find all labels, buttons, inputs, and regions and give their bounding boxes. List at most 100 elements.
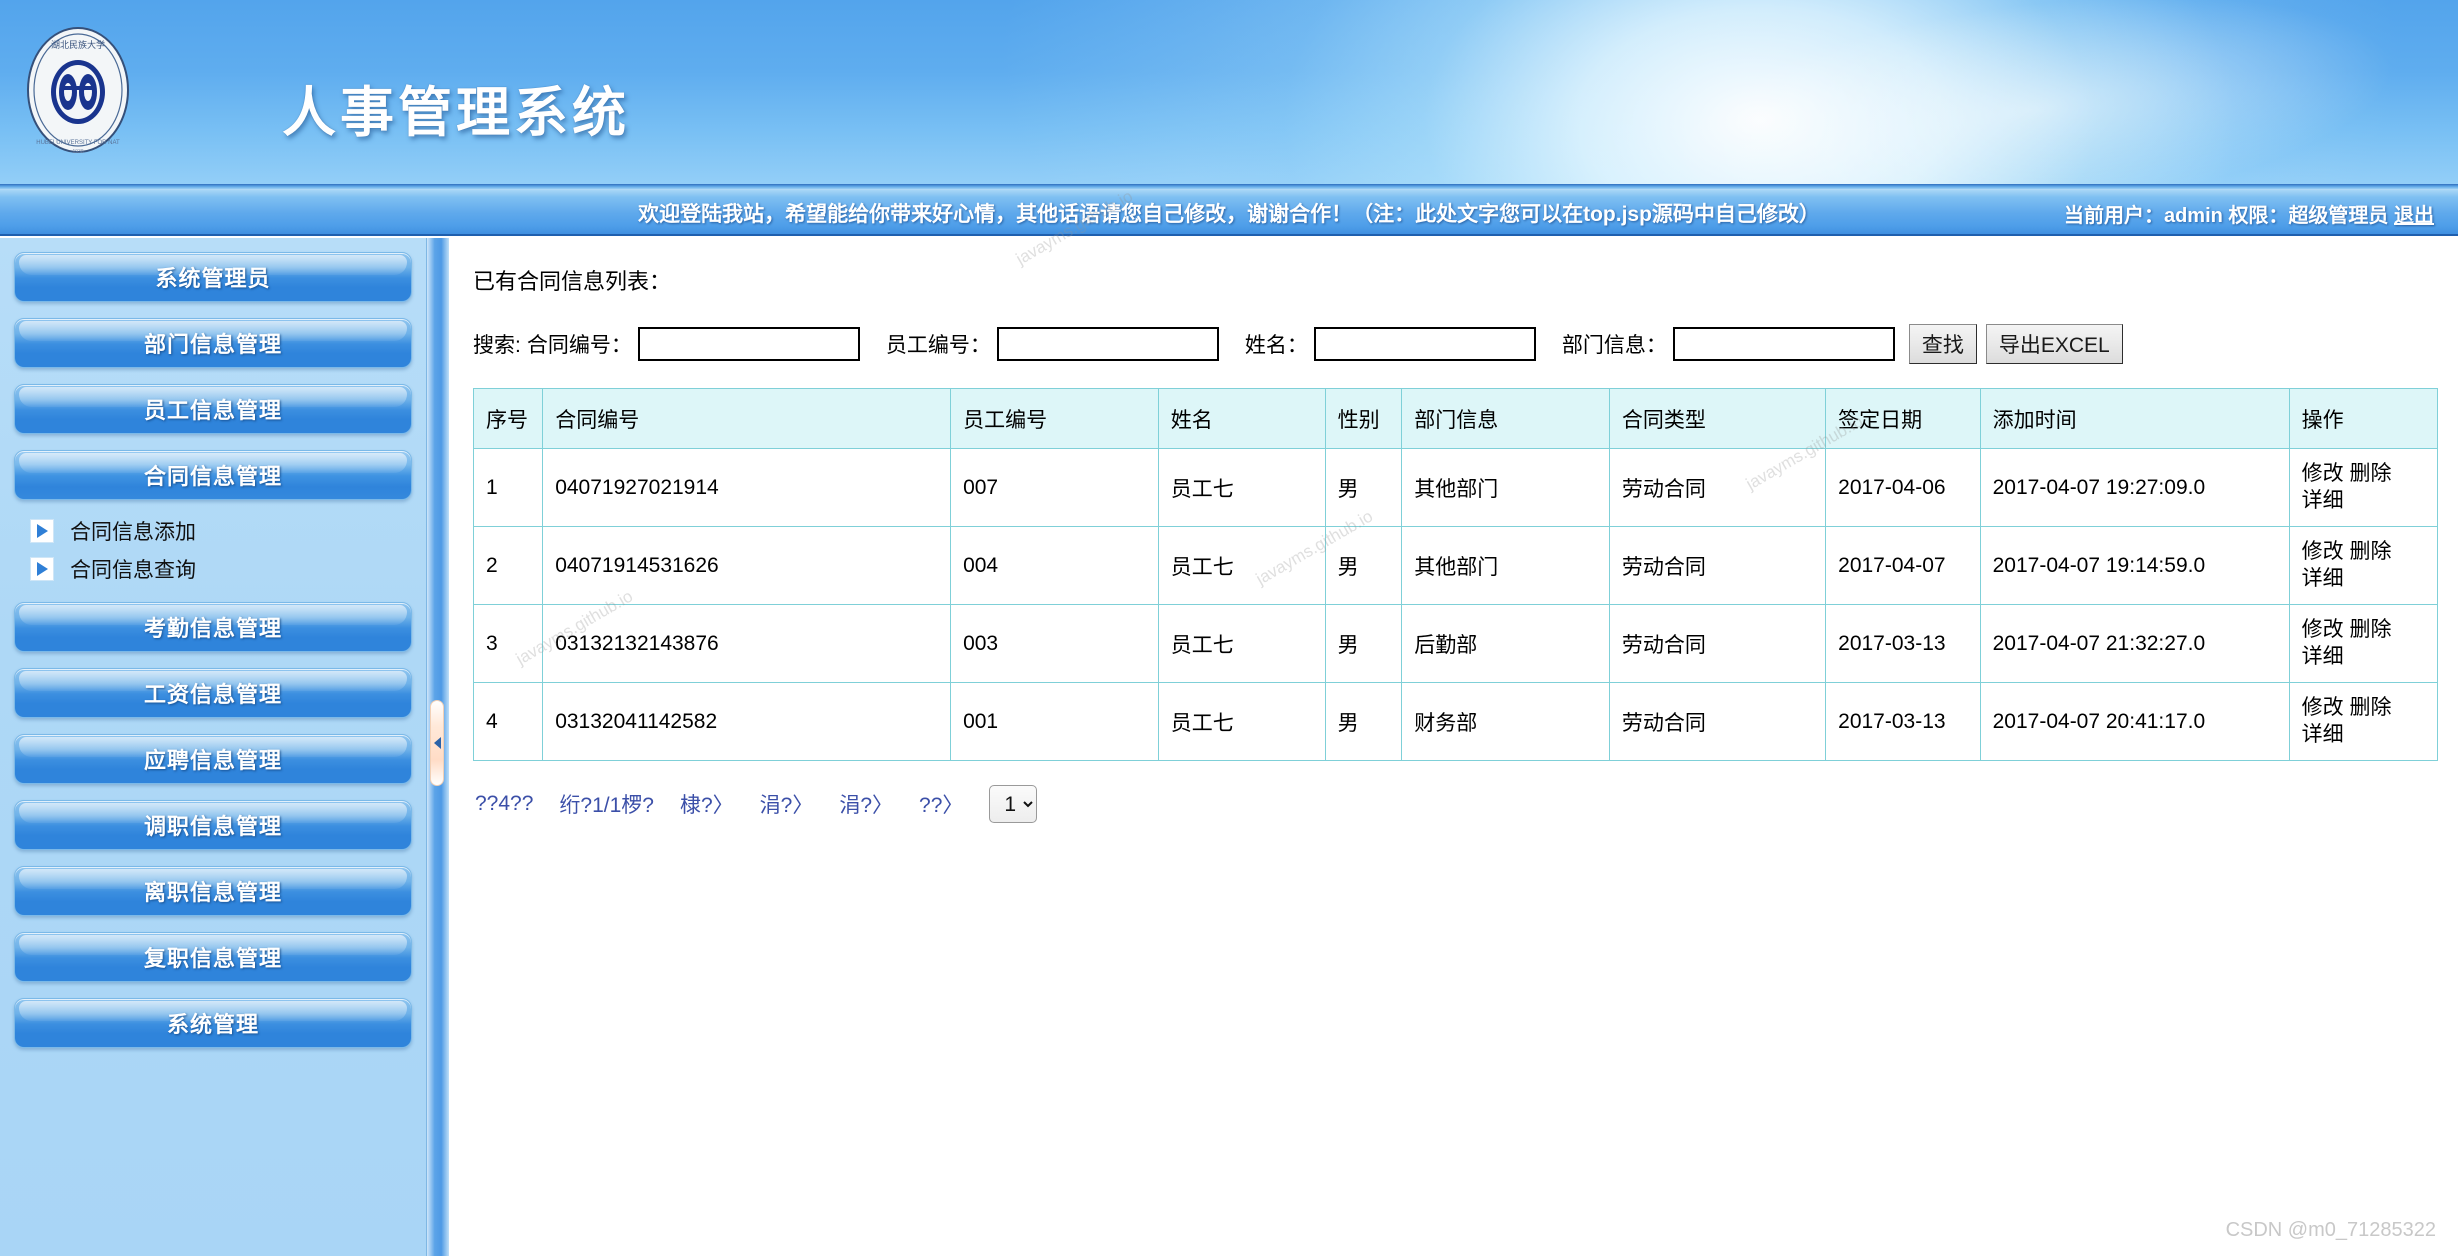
- welcome-message: 欢迎登陆我站，希望能给你带来好心情，其他话语请您自己修改，谢谢合作！（注：此处文…: [638, 203, 1820, 226]
- cell-name: 员工七: [1157, 682, 1326, 761]
- row-action-2[interactable]: 详细: [2302, 489, 2344, 512]
- logout-link[interactable]: 退出: [2394, 205, 2434, 227]
- table-row: 4 03132041142582 001 员工七男财务部 劳动合同 2017-03-13 2…: [472, 682, 2439, 761]
- sidebar-item-7[interactable]: 调职信息管理: [14, 800, 412, 850]
- cell-department: 其他部门: [1401, 448, 1610, 527]
- sidebar-item-9[interactable]: 复职信息管理: [14, 932, 412, 982]
- row-action-2[interactable]: 详细: [2302, 645, 2344, 668]
- cell-index: 1: [472, 448, 544, 527]
- cell-name: 员工七: [1157, 526, 1326, 605]
- search-input-department[interactable]: [1672, 327, 1895, 361]
- cell-gender: 男: [1324, 682, 1403, 761]
- pagination-first-link[interactable]: 棣?〉: [680, 789, 734, 819]
- search-label-department: 部门信息：: [1561, 334, 1667, 357]
- pagination-page-select[interactable]: 1: [989, 785, 1038, 823]
- cell-operations: 修改 删除 详细: [2288, 682, 2439, 761]
- row-action-1[interactable]: 删除: [2349, 618, 2391, 641]
- sidebar-item-label: 复职信息管理: [143, 946, 282, 971]
- cell-add_time: 2017-04-07 19:14:59.0: [1979, 526, 2290, 605]
- pagination-total: ??4??: [475, 792, 534, 815]
- cell-index: 2: [472, 526, 544, 605]
- sidebar-item-0[interactable]: 系统管理员: [14, 252, 412, 302]
- cell-operations: 修改 删除 详细: [2288, 526, 2439, 605]
- search-label-employee-no: 员工编号：: [885, 334, 991, 357]
- sidebar-submenu-item-0[interactable]: 合同信息添加: [14, 512, 412, 550]
- sidebar-item-10[interactable]: 系统管理: [14, 998, 412, 1048]
- export-excel-button[interactable]: 导出EXCEL: [1985, 324, 2123, 364]
- search-label-name: 姓名：: [1244, 334, 1308, 357]
- cell-operations: 修改 删除 详细: [2288, 448, 2439, 527]
- sidebar-item-6[interactable]: 应聘信息管理: [14, 734, 412, 784]
- sidebar-item-4[interactable]: 考勤信息管理: [14, 602, 412, 652]
- row-action-0[interactable]: 修改: [2302, 462, 2344, 485]
- sidebar-collapse-handle[interactable]: [430, 700, 444, 786]
- search-input-employee-no[interactable]: [996, 327, 1219, 361]
- cell-add_time: 2017-04-07 21:32:27.0: [1979, 604, 2290, 683]
- cell-name: 员工七: [1157, 604, 1326, 683]
- cell-operations: 修改 删除 详细: [2288, 604, 2439, 683]
- page-title: 已有合同信息列表：: [473, 269, 672, 294]
- sidebar-item-label: 调职信息管理: [143, 814, 282, 839]
- cell-contract_no: 04071914531626: [542, 526, 952, 605]
- table-body: 1 04071927021914 007 员工七男其他部门 劳动合同 2017-04-06…: [472, 448, 2439, 761]
- cell-contract_type: 劳动合同: [1608, 448, 1827, 527]
- sidebar-item-2[interactable]: 员工信息管理: [14, 384, 412, 434]
- row-action-2[interactable]: 详细: [2302, 723, 2344, 746]
- main-content: 已有合同信息列表： 搜索: 合同编号： 员工编号： 姓名： 部门信息： 查找 导…: [449, 187, 2458, 1256]
- current-user-info: 当前用户：admin 权限：超级管理员 退出: [2064, 199, 2434, 228]
- search-input-name[interactable]: [1313, 327, 1536, 361]
- search-prefix-label: 搜索:: [473, 334, 521, 357]
- row-action-1[interactable]: 删除: [2349, 462, 2391, 485]
- row-action-2[interactable]: 详细: [2302, 567, 2344, 590]
- contract-table: 序号 合同编号 员工编号 姓名 性别 部门信息 合同类型 签定日期 添加时间 操作 1 040719…: [472, 388, 2439, 761]
- pagination-page-info: 绗?1/1椤?: [559, 794, 654, 817]
- cell-sign_date: 2017-04-06: [1825, 448, 1981, 527]
- sidebar-item-label: 工资信息管理: [143, 682, 282, 707]
- cell-add_time: 2017-04-07 20:41:17.0: [1979, 682, 2290, 761]
- sidebar-item-label: 系统管理: [166, 1012, 259, 1037]
- app-banner: 湖北民族大学 HUBEI UNIVERSITY FOR NAT 1938 人事管…: [0, 0, 2458, 190]
- cell-department: 后勤部: [1401, 604, 1610, 683]
- sidebar-item-8[interactable]: 离职信息管理: [14, 866, 412, 916]
- sidebar-splitter[interactable]: [427, 238, 449, 1256]
- row-action-0[interactable]: 修改: [2302, 696, 2344, 719]
- chevron-left-icon: [433, 737, 441, 749]
- cell-employee_no: 003: [950, 604, 1159, 683]
- row-action-1[interactable]: 删除: [2349, 540, 2391, 563]
- svg-text:1938: 1938: [72, 149, 83, 155]
- search-button[interactable]: 查找: [1908, 324, 1977, 364]
- sidebar-submenu-item-1[interactable]: 合同信息查询: [14, 550, 412, 588]
- table-header-cell-9: 操作: [2288, 388, 2439, 449]
- sidebar-item-label: 员工信息管理: [143, 398, 282, 423]
- cell-name: 员工七: [1157, 448, 1326, 527]
- user-prefix-label: 当前用户：: [2063, 205, 2164, 227]
- role-value: 超级管理员: [2288, 205, 2389, 227]
- svg-text:湖北民族大学: 湖北民族大学: [51, 39, 105, 50]
- table-row: 3 03132132143876 003 员工七男后勤部 劳动合同 2017-03-13 2…: [472, 604, 2439, 683]
- table-header-cell-8: 添加时间: [1979, 388, 2290, 449]
- sidebar-item-3[interactable]: 合同信息管理: [14, 450, 412, 500]
- cell-employee_no: 001: [950, 682, 1159, 761]
- row-action-0[interactable]: 修改: [2302, 618, 2344, 641]
- pagination-next-link[interactable]: 涓?〉: [839, 789, 893, 819]
- cell-department: 其他部门: [1401, 526, 1610, 605]
- search-input-contract-no[interactable]: [637, 327, 860, 361]
- triangle-right-icon: [30, 557, 54, 581]
- sidebar-item-1[interactable]: 部门信息管理: [14, 318, 412, 368]
- row-action-0[interactable]: 修改: [2302, 540, 2344, 563]
- sidebar-submenu-label: 合同信息查询: [70, 559, 196, 582]
- svg-text:HUBEI UNIVERSITY FOR NAT: HUBEI UNIVERSITY FOR NAT: [36, 140, 120, 146]
- pagination-bar: ??4?? 绗?1/1椤? 棣?〉 涓?〉 涓?〉 ??〉 1: [475, 785, 2434, 823]
- row-action-1[interactable]: 删除: [2349, 696, 2391, 719]
- cell-contract_no: 03132041142582: [542, 682, 952, 761]
- app-title: 人事管理系统: [282, 83, 630, 143]
- table-header-cell-2: 员工编号: [950, 388, 1159, 449]
- cell-contract_type: 劳动合同: [1608, 526, 1827, 605]
- cell-index: 3: [472, 604, 544, 683]
- cell-contract_type: 劳动合同: [1608, 604, 1827, 683]
- csdn-watermark: CSDN @m0_71285322: [2225, 1219, 2436, 1241]
- sidebar-submenu: 合同信息添加合同信息查询: [14, 512, 412, 588]
- pagination-last-link[interactable]: ??〉: [919, 789, 963, 819]
- pagination-prev-link[interactable]: 涓?〉: [760, 789, 814, 819]
- sidebar-item-5[interactable]: 工资信息管理: [14, 668, 412, 718]
